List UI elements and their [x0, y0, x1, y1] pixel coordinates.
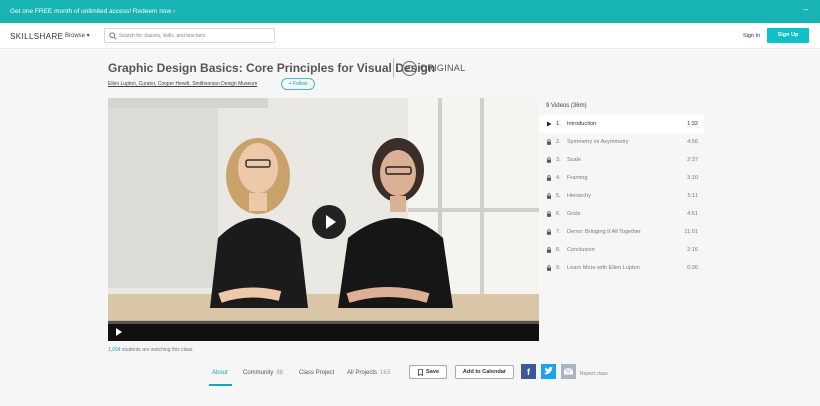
playlist-item-duration: 11:01 [684, 229, 698, 235]
tab-all-projects[interactable]: All Projects 163 [347, 370, 390, 376]
promo-text[interactable]: Get one FREE month of unlimited access! … [10, 8, 175, 15]
lock-icon [547, 157, 551, 163]
top-nav: SKILLSHARE Browse ▾ Sign In Sign Up [0, 23, 820, 49]
playlist-item-duration: 2:16 [687, 247, 698, 253]
playlist-item-title: Symmetry vs Asymmetry [567, 139, 629, 145]
playlist-item[interactable]: 8. Conclusion 2:16 [539, 241, 704, 259]
playlist-item[interactable]: 2. Symmetry vs Asymmetry 4:56 [539, 133, 704, 151]
play-icon [547, 121, 552, 127]
tab-community[interactable]: Community 88 [243, 370, 283, 376]
sign-in-link[interactable]: Sign In [743, 33, 760, 39]
lock-icon [547, 139, 551, 145]
logo[interactable]: SKILLSHARE [10, 32, 63, 41]
playlist: 1. Introduction 1:32 2. Symmetry vs Asymmetr… [539, 115, 704, 277]
tab-community-label: Community [243, 370, 274, 376]
mail-icon [563, 368, 574, 375]
playlist-item-title: Demo: Bringing It All Together [567, 229, 641, 235]
twitter-share-button[interactable] [541, 364, 556, 379]
playlist-item-duration: 0:36 [687, 265, 698, 271]
playlist-item-duration: 5:11 [687, 193, 698, 199]
original-badge-icon [402, 61, 417, 76]
playlist-item-number: 3. [556, 157, 561, 163]
tab-all-projects-count: 163 [380, 370, 391, 376]
playlist-item-title: Learn More with Ellen Lupton [567, 265, 640, 271]
lock-icon [547, 175, 551, 181]
sign-up-button[interactable]: Sign Up [767, 28, 809, 43]
playlist-item-duration: 2:37 [687, 157, 698, 163]
save-label: Save [426, 369, 440, 375]
class-title: Graphic Design Basics: Core Principles f… [108, 61, 436, 75]
playlist-item-number: 6. [556, 211, 561, 217]
playlist-item[interactable]: 4. Framing 3:10 [539, 169, 704, 187]
playlist-item-title: Introduction [567, 121, 597, 127]
play-button[interactable] [312, 205, 346, 239]
tab-about[interactable]: About [212, 370, 228, 376]
facebook-share-button[interactable]: f [521, 364, 536, 379]
add-to-calendar-button[interactable]: Add to Calendar [455, 365, 514, 379]
tab-bar: About Community 88 Class Project All Proj… [0, 364, 820, 394]
report-class-link[interactable]: Report class [580, 371, 608, 377]
playlist-item-title: Scale [567, 157, 581, 163]
lock-icon [547, 265, 551, 271]
playlist-item-number: 2. [556, 139, 561, 145]
playlist-item-number: 4. [556, 175, 561, 181]
tab-all-projects-label: All Projects [347, 370, 378, 376]
playlist-item-duration: 4:56 [687, 139, 698, 145]
playlist-item[interactable]: 7. Demo: Bringing It All Together 11:01 [539, 223, 704, 241]
bookmark-icon [418, 369, 423, 376]
tab-underline [209, 384, 232, 386]
control-play-icon[interactable] [116, 328, 122, 336]
lock-icon [547, 247, 551, 253]
search-input[interactable] [119, 29, 269, 42]
teacher-link[interactable]: Ellen Lupton, Curator, Cooper Hewitt, Sm… [108, 81, 257, 87]
lock-icon [547, 193, 551, 199]
playlist-item[interactable]: 1. Introduction 1:32 [539, 115, 704, 133]
watching-count: 1,004 [108, 347, 121, 353]
lock-icon [547, 211, 551, 217]
playlist-item-number: 9. [556, 265, 561, 271]
progress-bar[interactable] [108, 321, 539, 324]
twitter-icon [544, 366, 553, 375]
promo-banner[interactable]: Get one FREE month of unlimited access! … [0, 0, 820, 23]
lock-icon [547, 229, 551, 235]
playlist-item[interactable]: 3. Scale 2:37 [539, 151, 704, 169]
playlist-item[interactable]: 9. Learn More with Ellen Lupton 0:36 [539, 259, 704, 277]
playlist-item-number: 7. [556, 229, 561, 235]
tab-community-count: 88 [276, 370, 284, 376]
playlist-count: 9 Videos (36m) [546, 103, 587, 109]
playlist-item-number: 8. [556, 247, 561, 253]
search-icon [109, 32, 117, 40]
close-icon[interactable]: – [804, 5, 808, 14]
playlist-item[interactable]: 6. Grids 4:51 [539, 205, 704, 223]
tab-class-project[interactable]: Class Project [299, 370, 334, 376]
video-controls [108, 321, 539, 341]
playlist-item-title: Conclusion [567, 247, 595, 253]
playlist-item-title: Grids [567, 211, 581, 217]
playlist-item-number: 1. [556, 121, 561, 127]
watching-text: 1,004 students are watching this class [108, 347, 193, 353]
divider [393, 58, 394, 78]
playlist-item-title: Hierarchy [567, 193, 591, 199]
browse-menu[interactable]: Browse ▾ [65, 32, 90, 39]
playlist-item-duration: 4:51 [687, 211, 698, 217]
follow-button[interactable]: + Follow [281, 78, 315, 90]
email-share-button[interactable] [561, 364, 576, 379]
playlist-item-number: 5. [556, 193, 561, 199]
playlist-item-title: Framing [567, 175, 588, 181]
search-box[interactable] [104, 28, 275, 43]
original-label: ORIGINAL [420, 63, 466, 73]
watching-label: students are watching this class [120, 347, 193, 353]
playlist-item-duration: 1:32 [687, 121, 698, 127]
playlist-item-duration: 3:10 [687, 175, 698, 181]
playlist-item[interactable]: 5. Hierarchy 5:11 [539, 187, 704, 205]
save-button[interactable]: Save [409, 365, 447, 379]
